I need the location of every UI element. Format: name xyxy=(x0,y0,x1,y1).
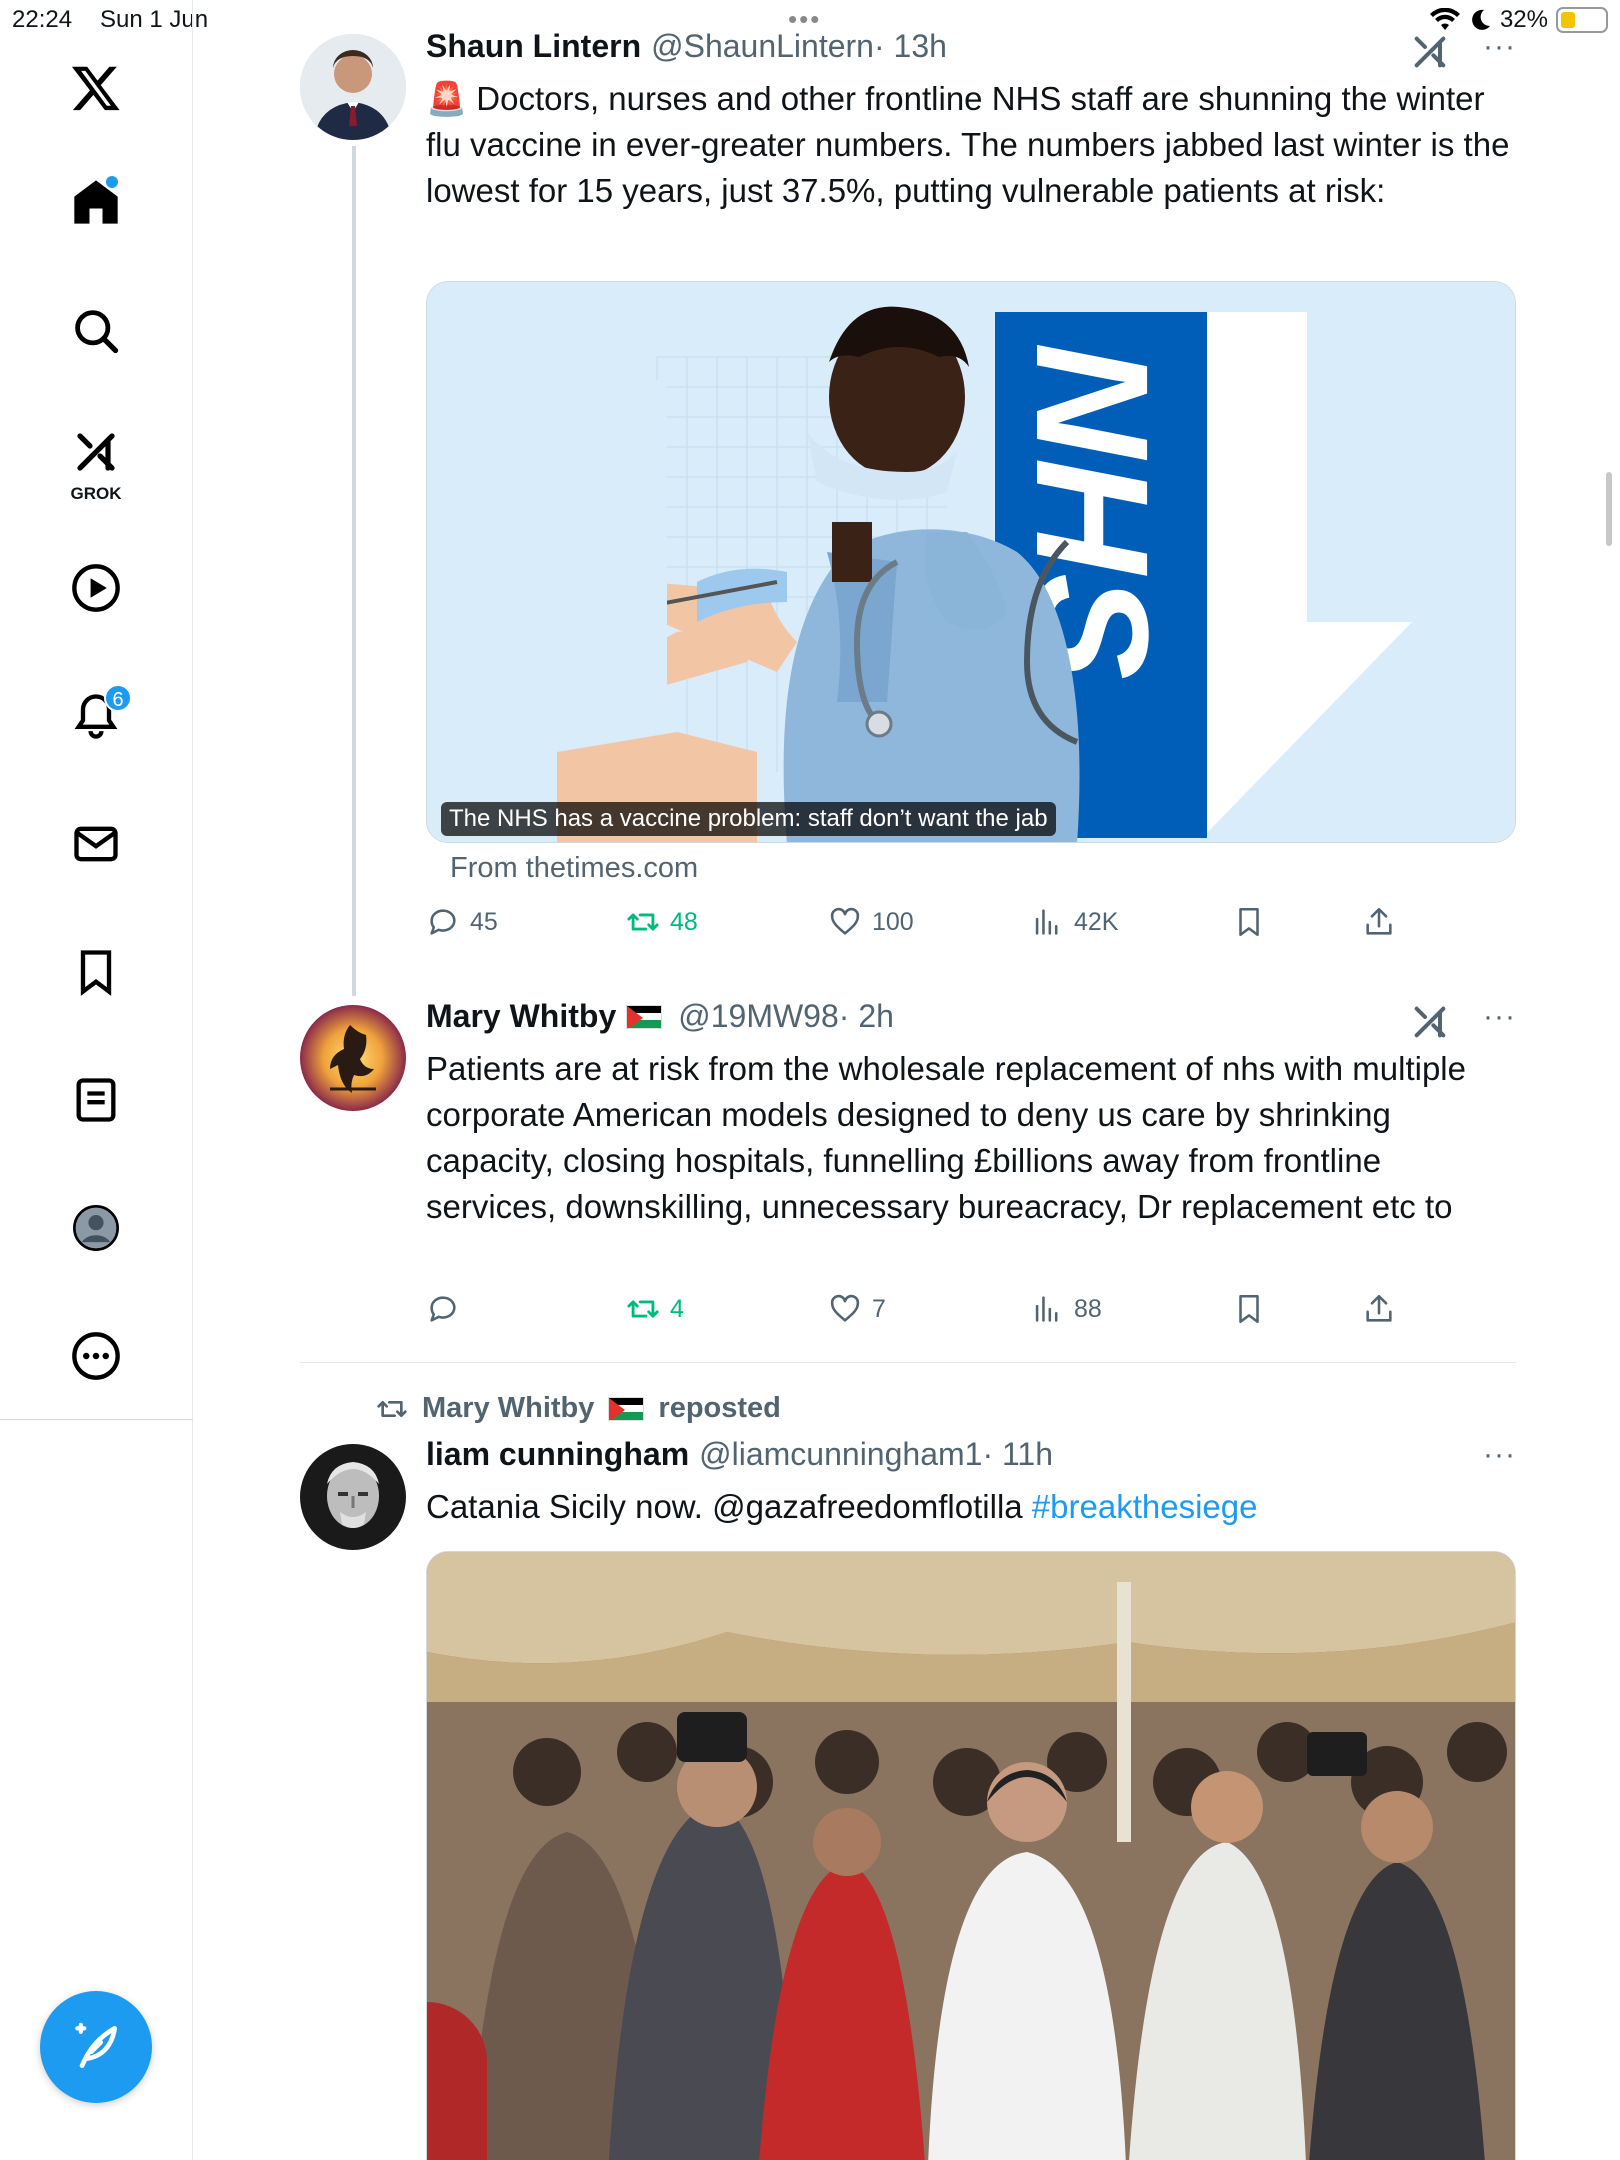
tweet-header: Shaun Lintern @ShaunLintern · 13h xyxy=(426,28,1516,65)
siren-emoji: 🚨 xyxy=(426,80,468,117)
author-handle[interactable]: @19MW98 xyxy=(678,998,839,1035)
article-image: NHS xyxy=(427,282,1515,842)
repost-icon xyxy=(377,1400,407,1417)
tweet-separator xyxy=(300,1362,1516,1363)
sidebar-divider xyxy=(0,1419,193,1420)
reply-icon xyxy=(430,1296,456,1322)
scroll-indicator[interactable] xyxy=(1606,472,1612,546)
author-handle[interactable]: @ShaunLintern xyxy=(651,28,874,65)
share-icon xyxy=(1366,907,1392,935)
lists-icon[interactable] xyxy=(52,1056,140,1144)
home-unread-dot xyxy=(106,176,118,188)
tweet-actions: 4 7 88 xyxy=(426,1292,1526,1336)
repost-icon xyxy=(627,913,659,931)
reply-button[interactable] xyxy=(426,1292,470,1326)
views-button[interactable]: 88 xyxy=(1030,1292,1102,1326)
tweet-time[interactable]: · 11h xyxy=(982,1436,1053,1473)
tweet-header: liam cunningham @liamcunningham1 · 11h xyxy=(426,1436,1516,1473)
battery-icon xyxy=(1556,7,1608,33)
card-caption: The NHS has a vaccine problem: staff don… xyxy=(441,802,1056,836)
video-player[interactable] xyxy=(426,1551,1516,2160)
views-icon xyxy=(1035,909,1058,935)
views-count: 88 xyxy=(1074,1294,1102,1323)
compose-feather-icon xyxy=(75,2022,117,2068)
grok-icon[interactable]: GROK xyxy=(52,414,140,514)
reply-button[interactable]: 45 xyxy=(426,905,498,939)
avatar[interactable] xyxy=(300,1444,406,1550)
repost-count: 48 xyxy=(670,907,698,936)
bookmark-icon xyxy=(1239,907,1259,937)
hashtag-link[interactable]: #breakthesiege xyxy=(1032,1488,1258,1525)
more-icon[interactable]: ··· xyxy=(1483,30,1516,64)
author-name[interactable]: liam cunningham xyxy=(426,1436,689,1473)
notifications-badge: 6 xyxy=(104,684,132,712)
repost-icon xyxy=(627,1300,659,1318)
views-count: 42K xyxy=(1074,907,1119,936)
avatar[interactable] xyxy=(300,34,406,140)
home-icon[interactable] xyxy=(52,158,140,246)
tweet-text: 🚨 Doctors, nurses and other frontline NH… xyxy=(426,80,1510,209)
share-button[interactable] xyxy=(1362,905,1396,939)
thread-line xyxy=(352,146,356,996)
tweet-text: Patients are at risk from the wholesale … xyxy=(426,1050,1466,1225)
palestine-flag-icon xyxy=(608,1396,645,1421)
tweet-text: Catania Sicily now. @gazafreedomflotilla… xyxy=(426,1488,1258,1525)
bookmark-button[interactable] xyxy=(1232,1292,1266,1326)
messages-icon[interactable] xyxy=(52,800,140,888)
heart-icon xyxy=(830,907,860,935)
reposter-name[interactable]: Mary Whitby xyxy=(422,1392,594,1425)
compose-button[interactable] xyxy=(40,1991,152,2103)
views-icon xyxy=(1035,1296,1058,1322)
x-logo-icon[interactable] xyxy=(52,44,140,132)
author-handle[interactable]: @liamcunningham1 xyxy=(699,1436,982,1473)
search-icon[interactable] xyxy=(52,287,140,375)
bookmarks-icon[interactable] xyxy=(52,928,140,1016)
more-options-icon[interactable] xyxy=(52,1312,140,1400)
reply-icon xyxy=(430,909,456,935)
link-card[interactable]: NHS The NHS has a vaccine problem: staff… xyxy=(426,281,1516,843)
sidebar: GROK 6 xyxy=(0,0,193,2160)
author-name[interactable]: Mary Whitby xyxy=(426,998,616,1035)
video-frame xyxy=(427,1552,1515,2160)
notifications-icon[interactable]: 6 xyxy=(52,672,140,760)
palestine-flag-icon xyxy=(626,1004,663,1029)
video-icon[interactable] xyxy=(52,544,140,632)
more-icon[interactable]: ··· xyxy=(1483,1000,1516,1034)
more-icon[interactable]: ··· xyxy=(1483,1438,1516,1472)
like-count: 100 xyxy=(872,907,914,936)
reply-count: 45 xyxy=(470,907,498,936)
share-button[interactable] xyxy=(1362,1292,1396,1326)
avatar[interactable] xyxy=(300,1005,406,1111)
tweet-header: Mary Whitby @19MW98 · 2h xyxy=(426,998,1516,1035)
repost-count: 4 xyxy=(670,1294,684,1323)
like-button[interactable]: 100 xyxy=(828,905,914,939)
tweet-time[interactable]: · 13h xyxy=(874,28,947,65)
bookmark-button[interactable] xyxy=(1232,905,1266,939)
author-name[interactable]: Shaun Lintern xyxy=(426,28,641,65)
like-button[interactable]: 7 xyxy=(828,1292,886,1326)
views-button[interactable]: 42K xyxy=(1030,905,1118,939)
reposted-label: reposted xyxy=(658,1392,781,1424)
heart-icon xyxy=(830,1294,860,1322)
repost-button[interactable]: 48 xyxy=(626,905,698,939)
like-count: 7 xyxy=(872,1294,886,1323)
grok-explain-icon[interactable] xyxy=(1410,32,1450,72)
repost-context: Mary Whitby reposted xyxy=(376,1392,781,1425)
tweet-time[interactable]: · 2h xyxy=(839,998,894,1035)
tweet-actions: 45 48 100 42K xyxy=(426,905,1526,949)
share-icon xyxy=(1366,1294,1392,1322)
grok-label: GROK xyxy=(70,484,122,503)
bookmark-icon xyxy=(1239,1294,1259,1324)
card-source[interactable]: From thetimes.com xyxy=(450,852,698,885)
profile-icon[interactable] xyxy=(52,1184,140,1272)
repost-button[interactable]: 4 xyxy=(626,1292,684,1326)
grok-explain-icon[interactable] xyxy=(1410,1002,1450,1042)
